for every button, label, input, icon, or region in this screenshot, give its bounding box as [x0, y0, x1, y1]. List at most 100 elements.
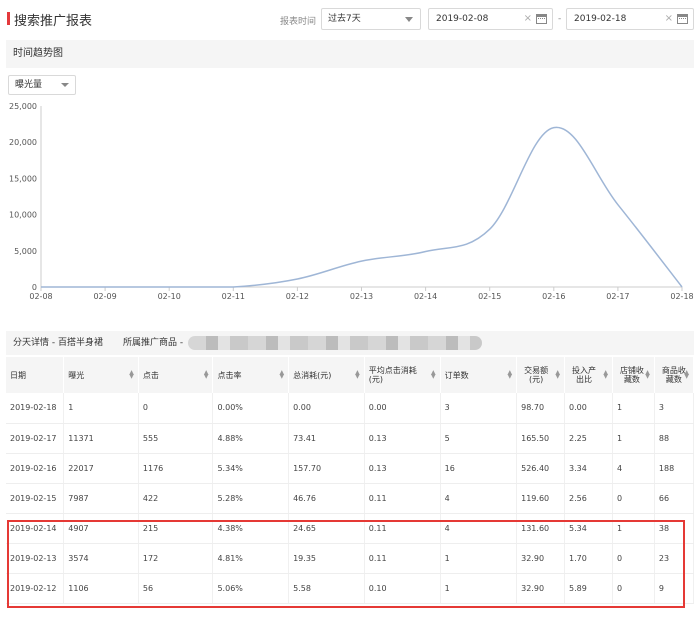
table-cell: 2019-02-18 — [6, 393, 65, 424]
x-tick-label: 02-10 — [158, 292, 181, 301]
sort-icon[interactable]: ▲ ▼ — [645, 370, 650, 380]
column-header[interactable]: 店铺收藏数 ▲ ▼ — [612, 357, 655, 393]
table-cell: 5.06% — [212, 573, 290, 604]
sort-icon[interactable]: ▲ ▼ — [431, 370, 436, 380]
table-cell: 2019-02-12 — [6, 573, 65, 604]
column-header[interactable]: 平均点击消耗(元) ▲ ▼ — [364, 357, 441, 393]
table-cell: 0 — [612, 573, 655, 604]
column-header[interactable]: 订单数 ▲ ▼ — [440, 357, 518, 393]
detail-table: 日期 曝光 ▲ ▼ 点击 ▲ ▼ 点击率 ▲ ▼ 总消耗(元) ▲ ▼ 平均点击消耗(元) ▲ ▼ 订单数 ▲ ▼ 交… — [6, 357, 695, 604]
table-cell: 526.40 — [516, 453, 566, 484]
sort-icon[interactable]: ▲ ▼ — [129, 370, 134, 380]
sort-icon[interactable]: ▲ ▼ — [603, 370, 608, 380]
x-tick-label: 02-15 — [478, 292, 501, 301]
column-header[interactable]: 曝光 ▲ ▼ — [63, 357, 139, 393]
table-cell: 56 — [138, 573, 214, 604]
table-cell: 4.81% — [212, 543, 290, 574]
table-cell: 0.11 — [364, 543, 441, 574]
sort-icon[interactable]: ▲ ▼ — [279, 370, 284, 380]
y-tick-label: 20,000 — [9, 138, 37, 147]
column-header[interactable]: 商品收藏数 ▲ ▼ — [654, 357, 695, 393]
x-tick-label: 02-16 — [542, 292, 565, 301]
table-cell: 5 — [440, 423, 518, 454]
column-header[interactable]: 交易额(元) ▲ ▼ — [516, 357, 566, 393]
table-cell: 5.89 — [564, 573, 613, 604]
table-cell: 0.00 — [364, 393, 441, 424]
x-tick-label: 02-12 — [286, 292, 309, 301]
sort-icon[interactable]: ▲ ▼ — [555, 370, 560, 380]
table-cell: 88 — [654, 423, 695, 454]
table-cell: 215 — [138, 513, 214, 544]
column-header[interactable]: 点击率 ▲ ▼ — [212, 357, 290, 393]
table-cell: 131.60 — [516, 513, 566, 544]
end-date-value: 2019-02-18 — [574, 14, 627, 24]
sort-icon[interactable]: ▲ ▼ — [684, 370, 689, 380]
column-header[interactable]: 投入产出比 ▲ ▼ — [564, 357, 613, 393]
series-line — [40, 126, 683, 288]
calendar-icon[interactable] — [536, 14, 547, 24]
table-cell: 19.35 — [288, 543, 365, 574]
column-header-label: 平均点击消耗(元) — [368, 366, 417, 384]
table-cell: 2019-02-17 — [6, 423, 65, 454]
table-cell: 23 — [654, 543, 695, 574]
range-separator: - — [558, 14, 562, 24]
table-cell: 22017 — [63, 453, 139, 484]
metric-select[interactable]: 曝光量 — [8, 75, 76, 95]
start-date-value: 2019-02-08 — [436, 14, 489, 24]
table-cell: 422 — [138, 483, 214, 514]
table-cell: 1 — [612, 423, 655, 454]
table-cell: 1 — [63, 393, 139, 424]
column-header-label: 总消耗(元) — [293, 370, 332, 380]
table-cell: 2019-02-14 — [6, 513, 65, 544]
column-header-label: 点击率 — [217, 370, 242, 380]
table-row: 2019-02-18 1 0 0.00% 0.00 0.00 3 98.70 0.00 1 3 — [6, 393, 695, 424]
sort-icon[interactable]: ▲ ▼ — [355, 370, 360, 380]
sort-icon[interactable]: ▲ ▼ — [508, 370, 513, 380]
column-header[interactable]: 点击 ▲ ▼ — [138, 357, 214, 393]
table-cell: 0.00% — [212, 393, 290, 424]
table-cell: 0.13 — [364, 423, 441, 454]
table-row: 2019-02-17 11371 555 4.88% 73.41 0.13 5 165.50 2… — [6, 423, 695, 454]
y-tick-label: 25,000 — [9, 102, 37, 111]
table-cell: 4 — [440, 483, 518, 514]
sort-icon[interactable]: ▲ ▼ — [204, 370, 209, 380]
clear-icon[interactable]: × — [524, 9, 532, 29]
table-cell: 5.34 — [564, 513, 613, 544]
column-header-label: 交易额(元) — [524, 366, 549, 384]
x-tick-label: 02-11 — [222, 292, 245, 301]
table-cell: 0.10 — [364, 573, 441, 604]
x-tick-label: 02-13 — [350, 292, 373, 301]
period-select[interactable]: 过去7天 — [321, 8, 421, 30]
calendar-icon[interactable] — [677, 14, 688, 24]
start-date-input[interactable]: 2019-02-08 × — [428, 8, 553, 30]
column-header-label: 店铺收藏数 — [619, 366, 644, 384]
table-cell: 5.34% — [212, 453, 290, 484]
table-cell: 4907 — [63, 513, 139, 544]
table-cell: 11371 — [63, 423, 139, 454]
table-cell: 1176 — [138, 453, 214, 484]
table-cell: 165.50 — [516, 423, 566, 454]
table-cell: 3574 — [63, 543, 139, 574]
table-cell: 2019-02-13 — [6, 543, 65, 574]
table-cell: 46.76 — [288, 483, 365, 514]
table-cell: 38 — [654, 513, 695, 544]
table-cell: 0.13 — [364, 453, 441, 484]
clear-icon[interactable]: × — [665, 9, 673, 29]
table-cell: 73.41 — [288, 423, 365, 454]
table-cell: 4 — [612, 453, 655, 484]
end-date-input[interactable]: 2019-02-18 × — [566, 8, 694, 30]
table-cell: 2.25 — [564, 423, 613, 454]
table-cell: 0.00 — [564, 393, 613, 424]
x-tick-label: 02-08 — [29, 292, 52, 301]
table-cell: 5.58 — [288, 573, 365, 604]
product-label: 所属推广商品 - — [123, 338, 184, 348]
y-tick-label: 10,000 — [9, 211, 37, 220]
table-cell: 32.90 — [516, 573, 566, 604]
table-cell: 2.56 — [564, 483, 613, 514]
table-row: 2019-02-13 3574 172 4.81% 19.35 0.11 1 32.90 1.7… — [6, 543, 695, 574]
table-row: 2019-02-14 4907 215 4.38% 24.65 0.11 4 131.60 5.… — [6, 513, 695, 544]
table-cell: 3 — [654, 393, 695, 424]
y-tick-label: 0 — [32, 283, 37, 292]
product-name-redacted — [188, 336, 482, 350]
column-header[interactable]: 总消耗(元) ▲ ▼ — [288, 357, 365, 393]
